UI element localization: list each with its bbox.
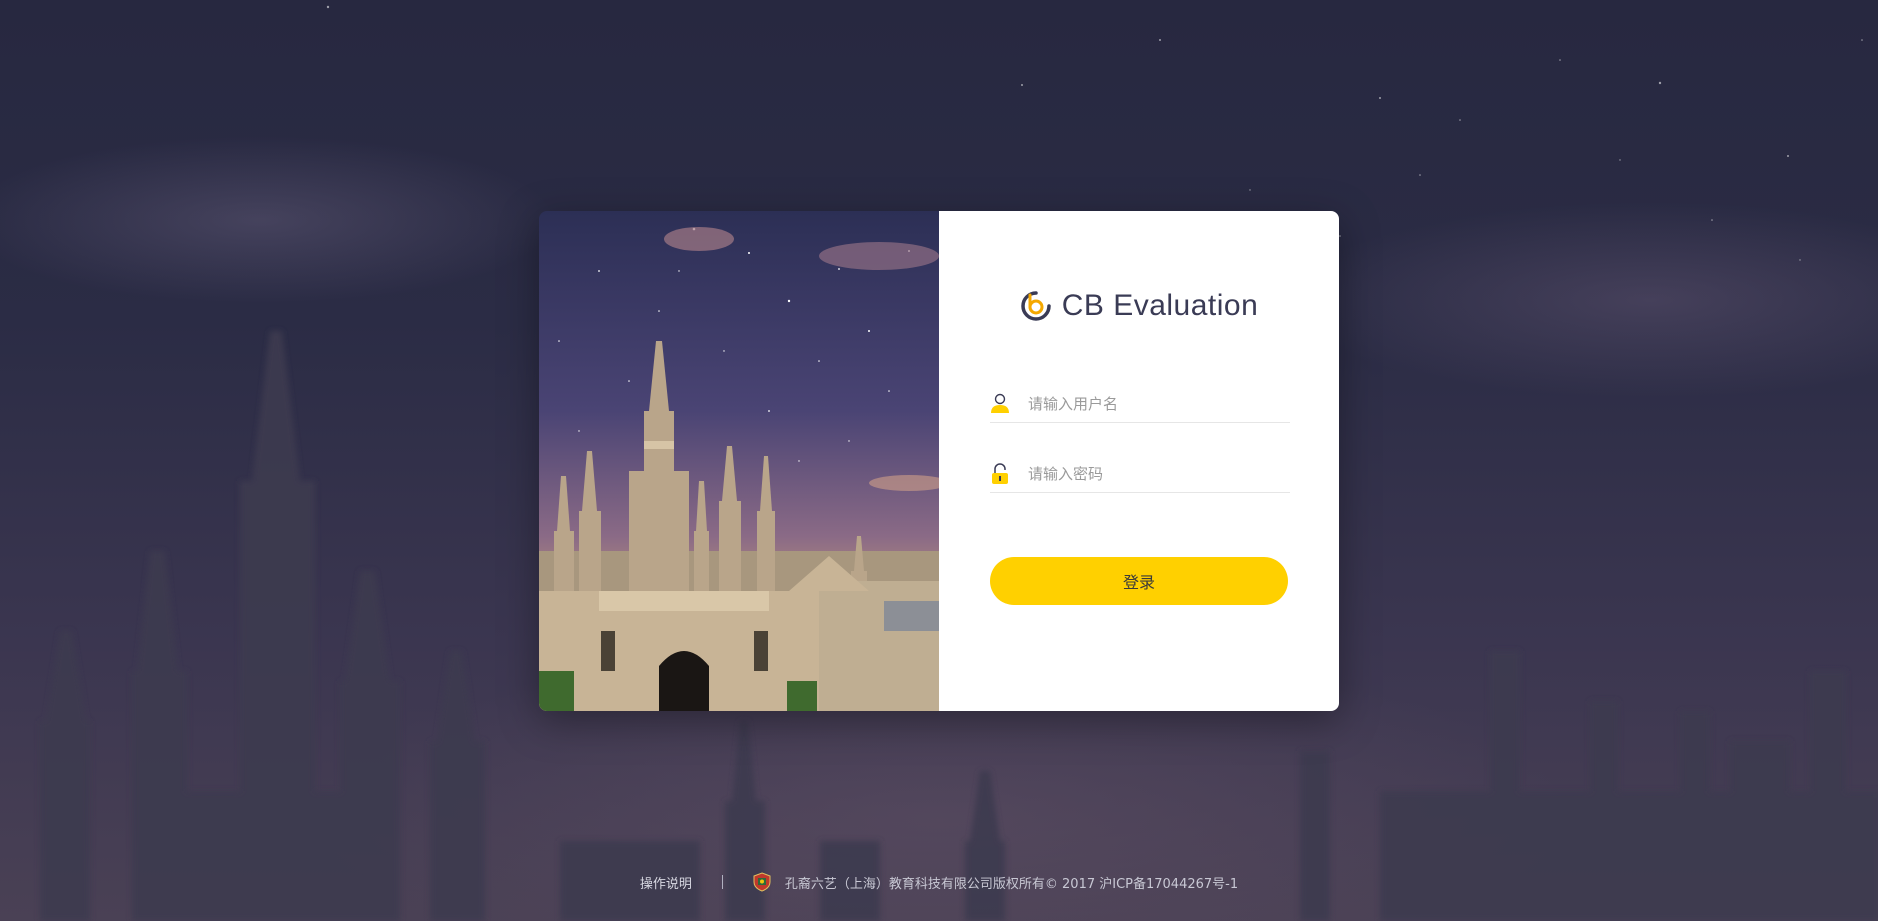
copyright-text: 孔裔六艺（上海）教育科技有限公司版权所有© 2017 沪ICP备17044267… [784, 876, 1239, 892]
user-icon [990, 392, 1010, 416]
footer: 操作说明 孔裔六艺（上海）教育科技有限公司版权所有© 2017 沪ICP备170… [0, 872, 1878, 892]
brand-header: CB Evaluation [939, 289, 1339, 323]
password-input[interactable] [1028, 459, 1268, 489]
cb-logo-icon [1020, 291, 1051, 321]
username-input[interactable] [1028, 389, 1268, 419]
footer-divider [721, 875, 723, 889]
login-card: CB Evaluation 请输入用户名 登录 [539, 211, 1339, 711]
brand-name: CB Evaluation [1061, 289, 1259, 322]
login-form-panel: CB Evaluation 请输入用户名 登录 [939, 211, 1339, 711]
login-button[interactable]: 登录 [990, 557, 1288, 605]
login-page: CB Evaluation 请输入用户名 登录 操作说明 孔裔六艺（上海）教育科… [0, 0, 1878, 921]
lock-icon [990, 462, 1010, 486]
company-shield-icon [753, 872, 771, 892]
password-field [990, 456, 1290, 493]
college-photo [539, 211, 939, 711]
help-link[interactable]: 操作说明 [640, 873, 692, 892]
username-field [990, 386, 1290, 423]
